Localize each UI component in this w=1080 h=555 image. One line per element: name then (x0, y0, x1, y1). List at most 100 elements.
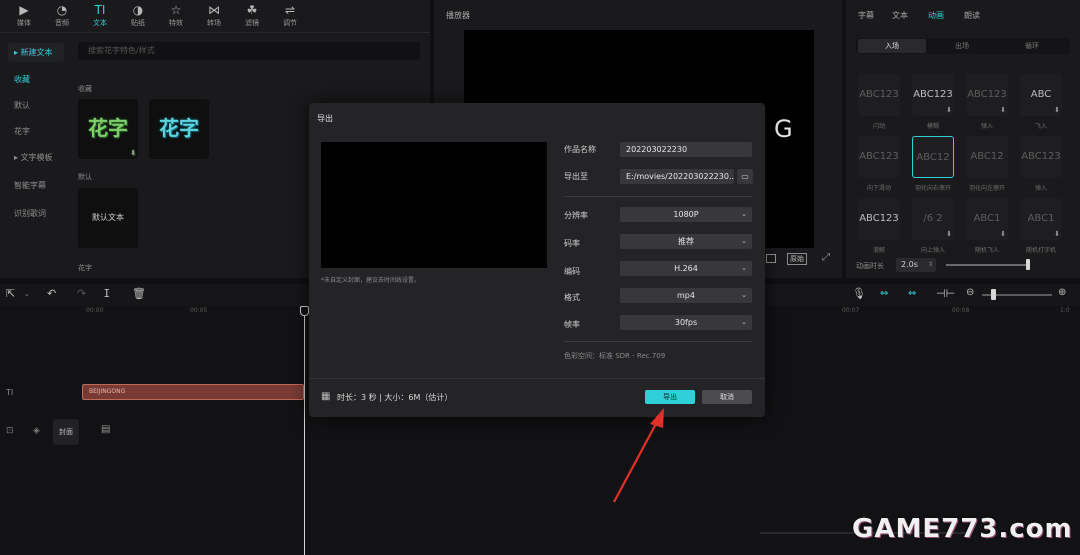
animation-tile[interactable]: ABC123 ⬇ (966, 74, 1008, 116)
adjust-icon: ⇌ (284, 3, 296, 17)
link-audio-icon[interactable]: ⇔ (908, 288, 916, 299)
download-icon[interactable]: ⬇ (946, 106, 952, 114)
resolution-select[interactable]: 1080P ⌄ (620, 207, 752, 222)
sticker-icon: ◑ (132, 3, 144, 17)
animation-tile[interactable]: ABC12 (966, 136, 1008, 178)
tab-text[interactable]: 文本 (892, 10, 908, 21)
toolbar-audio[interactable]: ◔ 音频 (42, 2, 82, 28)
animation-label: 模糊 (926, 123, 939, 130)
download-icon[interactable]: ⬇ (946, 230, 952, 238)
fps-select[interactable]: 30fps ⌄ (620, 315, 752, 330)
download-icon[interactable]: ⬇ (1000, 106, 1006, 114)
download-icon[interactable]: ⬇ (1000, 230, 1006, 238)
microphone-icon[interactable]: 🎙 (852, 287, 866, 300)
link-main-track-icon[interactable]: ⇔ (880, 288, 888, 299)
toolbar-sticker[interactable]: ◑ 贴纸 (118, 2, 158, 28)
default-text-tile[interactable]: 默认文本 (78, 188, 138, 248)
chevron-down-icon: ⌄ (741, 210, 747, 218)
animation-label: 羽化向右擦开 (914, 185, 951, 192)
film-icon: ▦ (321, 391, 331, 402)
sidebar-item-templates[interactable]: ▸ 文字模板 (8, 148, 60, 167)
cover-button[interactable]: 封面 (53, 419, 79, 445)
duration-slider-handle[interactable] (1026, 259, 1030, 270)
sidebar-item-new-text[interactable]: ▸ 新建文本 (8, 43, 64, 62)
stepper-icon[interactable]: ⇕ (928, 258, 933, 272)
duration-input[interactable]: 2.0s ⇕ (896, 258, 936, 272)
tab-subtitle[interactable]: 字幕 (858, 10, 874, 21)
download-icon[interactable]: ⬇ (130, 149, 136, 157)
subtab-loop[interactable]: 循环 (998, 39, 1066, 53)
sidebar-item-lyrics[interactable]: 识别歌词 (8, 204, 60, 223)
mute-track-icon[interactable]: ◈ (33, 426, 40, 436)
toolbar-text[interactable]: TI 文本 (80, 2, 120, 28)
duration-slider[interactable] (946, 264, 1030, 266)
sidebar-item-favorites[interactable]: 收藏 (8, 70, 60, 89)
animation-tile[interactable]: ABC123 ⬇ (912, 74, 954, 116)
annotation-arrow (613, 408, 664, 503)
format-select[interactable]: mp4 ⌄ (620, 288, 752, 303)
sidebar-item-auto-captions[interactable]: 智能字幕 (8, 176, 60, 195)
fancy-text-tile-1[interactable]: 花字 ⬇ (78, 99, 138, 159)
path-input[interactable]: E:/movies/202203022230... (620, 169, 734, 184)
split-icon[interactable]: ⵊ (104, 287, 110, 300)
animation-tile[interactable]: ABC123 (858, 198, 900, 240)
animation-tile[interactable]: ABC123 (1020, 136, 1062, 178)
animation-tile[interactable]: ABC123 (858, 136, 900, 178)
cancel-button[interactable]: 取消 (702, 390, 752, 404)
undo-icon[interactable]: ↶ (47, 287, 56, 300)
toolbar-transition[interactable]: ⋈ 转场 (194, 2, 234, 28)
sidebar-item-fancy[interactable]: 花字 (8, 122, 60, 141)
time-ruler-tick: 00:00 (86, 307, 104, 314)
export-dialog: 导出 *未自定义封面，建议去时间线设置。 作品名称 202203022230 导… (309, 103, 765, 417)
codec-select[interactable]: H.264 ⌄ (620, 261, 752, 276)
animation-tile[interactable]: ABC123 (858, 74, 900, 116)
fullscreen-icon[interactable]: ⤢ (822, 252, 830, 263)
name-input[interactable]: 202203022230 (620, 142, 752, 157)
zoom-out-icon[interactable]: ⊖ (966, 287, 974, 298)
sidebar-item-default[interactable]: 默认 (8, 96, 60, 115)
chevron-down-icon[interactable]: ⌄ (24, 290, 30, 298)
search-input[interactable]: 搜索花字特色/样式 (78, 42, 420, 60)
lock-track-icon[interactable]: ⊡ (6, 426, 14, 436)
bitrate-select[interactable]: 推荐 ⌄ (620, 234, 752, 249)
text-icon: TI (94, 3, 106, 17)
folder-icon[interactable]: ▭ (737, 169, 753, 184)
playhead-handle[interactable] (300, 306, 309, 316)
section-divider (564, 341, 752, 342)
playhead[interactable] (304, 306, 305, 555)
animation-tile[interactable]: ABC1 ⬇ (1020, 198, 1062, 240)
subtab-in[interactable]: 入场 (858, 39, 926, 53)
toolbar-media[interactable]: ▶ 媒体 (4, 2, 44, 28)
toolbar-adjust[interactable]: ⇌ 调节 (270, 2, 310, 28)
animation-tile[interactable]: ABC ⬇ (1020, 74, 1062, 116)
zoom-in-icon[interactable]: ⊕ (1058, 287, 1066, 298)
animation-tile[interactable]: /6 2 ⬇ (912, 198, 954, 240)
delete-icon[interactable]: 🗑 (132, 287, 146, 300)
chevron-down-icon: ⌄ (741, 264, 747, 272)
redo-icon[interactable]: ↷ (77, 287, 86, 300)
animation-label: 向下滑动 (866, 185, 891, 192)
preview-axis-icon[interactable]: ⊣⊢ (936, 287, 955, 300)
download-icon[interactable]: ⬇ (1054, 106, 1060, 114)
download-icon[interactable]: ⬇ (1054, 230, 1060, 238)
subtab-out[interactable]: 出场 (928, 39, 996, 53)
toolbar-filter[interactable]: ☘ 滤镜 (232, 2, 272, 28)
animation-tile-selected[interactable]: ABC12 (912, 136, 954, 178)
original-ratio-button[interactable]: 原始 (787, 253, 807, 265)
animation-tile[interactable]: ABC1 ⬇ (966, 198, 1008, 240)
toolbar-effects[interactable]: ☆ 特效 (156, 2, 196, 28)
tab-animation[interactable]: 动画 (928, 10, 944, 21)
select-tool-icon[interactable]: ⇱ (6, 287, 15, 300)
resolution-label: 分辨率 (564, 211, 588, 220)
text-clip[interactable]: BEIJINGONG (82, 384, 304, 400)
animation-label: 随机打字机 (1025, 247, 1056, 254)
fancy-text-tile-2[interactable]: 花字 (149, 99, 209, 159)
video-track-icon: ▤ (101, 424, 111, 435)
animation-label: 羽化向左擦开 (968, 185, 1005, 192)
tab-read-aloud[interactable]: 朗读 (964, 10, 980, 21)
transition-icon: ⋈ (208, 3, 220, 17)
cover-preview[interactable] (321, 142, 547, 268)
layout-icon[interactable] (766, 254, 776, 263)
section-default: 默认 (78, 173, 92, 181)
zoom-slider-handle[interactable] (991, 289, 996, 300)
